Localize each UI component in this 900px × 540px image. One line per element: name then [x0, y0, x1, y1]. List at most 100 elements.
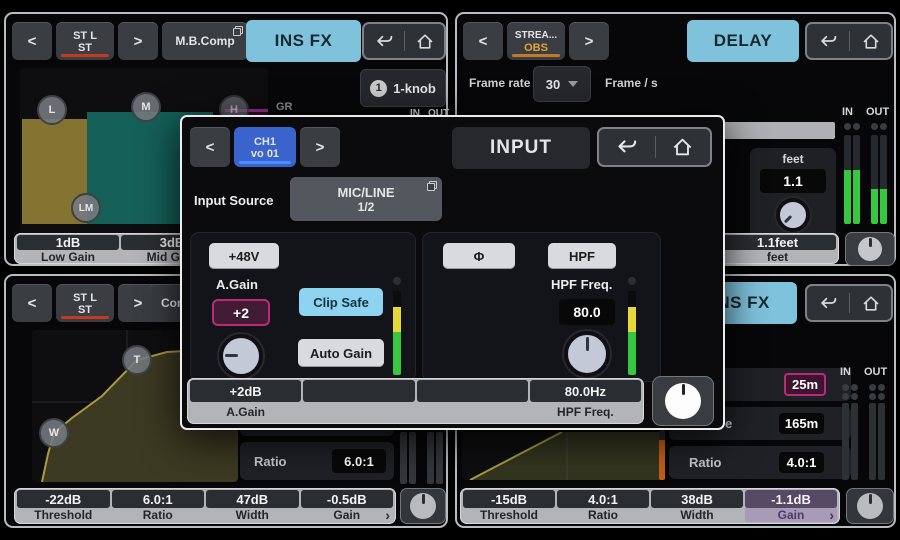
- param-value: 1.1feet: [719, 235, 836, 250]
- frame-rate-label: Frame rate: [469, 76, 530, 90]
- home-icon[interactable]: [862, 295, 880, 312]
- more-params-arrow-icon[interactable]: ›: [385, 507, 390, 523]
- hpf-button[interactable]: HPF: [548, 243, 616, 269]
- param-label: Threshold: [17, 508, 110, 522]
- mbcomp-next-button[interactable]: >: [118, 22, 158, 60]
- comp-prev-button[interactable]: <: [12, 284, 52, 322]
- phase-button[interactable]: Φ: [443, 243, 515, 269]
- param-threshold[interactable]: -15dB Threshold: [463, 490, 555, 522]
- meter-peak-dot: [878, 384, 885, 391]
- clip-safe-button[interactable]: Clip Safe: [299, 288, 383, 316]
- undo-icon[interactable]: [819, 295, 838, 312]
- param-low-gain[interactable]: 1dB Low Gain: [17, 235, 119, 262]
- delay-prev-button[interactable]: <: [463, 22, 503, 60]
- undo-icon[interactable]: [616, 137, 638, 157]
- band-handle-mid[interactable]: M: [131, 92, 161, 122]
- ratio-label: Ratio: [689, 455, 722, 470]
- insfx-nav-group: [805, 284, 893, 322]
- band-handle-lowmid[interactable]: LM: [71, 193, 101, 223]
- comp-curve: [462, 432, 662, 480]
- hpf-freq-value-box[interactable]: 80.0: [559, 299, 615, 325]
- more-params-arrow-icon[interactable]: ›: [829, 507, 834, 523]
- param-ratio[interactable]: 4.0:1 Ratio: [557, 490, 649, 522]
- meter-peak-dot: [842, 384, 849, 391]
- input-channel-button[interactable]: CH1 vo 01: [234, 127, 296, 167]
- input-overlay: < CH1 vo 01 > INPUT Input Source MIC/LIN…: [180, 115, 725, 430]
- comp-channel-button[interactable]: ST L ST: [56, 284, 114, 322]
- comp-meter: [409, 432, 416, 484]
- param-hpf-freq[interactable]: 80.0Hz HPF Freq.: [530, 380, 641, 422]
- channel-line2: OBS: [524, 42, 548, 54]
- delay-next-button[interactable]: >: [569, 22, 609, 60]
- band-handle-low[interactable]: L: [37, 95, 67, 125]
- comp-corner-knob-button[interactable]: [400, 488, 446, 524]
- param-ratio[interactable]: 6.0:1 Ratio: [112, 490, 205, 522]
- comp-ratio-row[interactable]: Ratio 6.0:1: [240, 442, 394, 480]
- mbcomp-title: INS FX: [246, 20, 361, 62]
- param-threshold[interactable]: -22dB Threshold: [17, 490, 110, 522]
- insfx-meter-out-label: OUT: [864, 366, 887, 378]
- delay-corner-knob-button[interactable]: [845, 232, 895, 266]
- param-value: [303, 380, 414, 402]
- delay-channel-button[interactable]: STREA... OBS: [507, 22, 565, 60]
- undo-icon[interactable]: [375, 33, 394, 50]
- page-label: M.B.Comp: [175, 34, 234, 48]
- param-label: Ratio: [557, 508, 649, 522]
- channel-underline: [61, 54, 110, 57]
- delay-knob[interactable]: [769, 191, 817, 239]
- meter-peak-dot: [851, 393, 858, 400]
- nav-divider: [849, 293, 850, 313]
- delay-meter-in-label: IN: [842, 106, 853, 118]
- auto-gain-button[interactable]: Auto Gain: [298, 339, 384, 367]
- insfx-meter-in-label: IN: [840, 366, 851, 378]
- input-next-button[interactable]: >: [300, 127, 340, 167]
- param-blank[interactable]: [303, 380, 414, 422]
- input-corner-knob-button[interactable]: [652, 376, 714, 426]
- hpf-freq-knob[interactable]: [564, 331, 610, 377]
- channel-line1: STREA...: [515, 30, 557, 42]
- width-handle[interactable]: W: [39, 418, 69, 448]
- delay-value-box[interactable]: 1.1: [760, 169, 826, 193]
- param-label: Gain: [778, 508, 805, 522]
- hpf-level-meter: [628, 291, 636, 375]
- meter-peak-dot: [628, 277, 636, 285]
- home-icon[interactable]: [416, 33, 434, 50]
- channel-line2: ST: [78, 304, 92, 316]
- meter-peak-dot: [878, 393, 885, 400]
- comp-meter: [400, 432, 407, 484]
- param-width[interactable]: 38dB Width: [651, 490, 743, 522]
- home-icon[interactable]: [672, 137, 693, 157]
- param-label: feet: [719, 250, 836, 264]
- analog-gain-section: +48V A.Gain +2 Clip Safe Auto Gain: [190, 232, 416, 382]
- attack-value-box: 25m: [784, 373, 826, 396]
- param-gain[interactable]: -0.5dB Gain ›: [301, 490, 394, 522]
- param-again[interactable]: +2dB A.Gain: [190, 380, 301, 422]
- insfx-ratio-row[interactable]: Ratio 4.0:1: [669, 446, 851, 479]
- again-value-box[interactable]: +2: [212, 299, 270, 326]
- mbcomp-page-button[interactable]: M.B.Comp: [162, 22, 248, 60]
- mbcomp-prev-button[interactable]: <: [12, 22, 52, 60]
- param-label: Low Gain: [17, 250, 119, 264]
- insfx-param-strip: -15dB Threshold 4.0:1 Ratio 38dB Width -…: [460, 488, 840, 524]
- insfx-corner-knob-button[interactable]: [846, 488, 894, 524]
- param-label: A.Gain: [190, 402, 301, 422]
- again-knob[interactable]: [219, 334, 263, 378]
- undo-icon[interactable]: [819, 33, 838, 50]
- param-gain-selected[interactable]: -1.1dB Gain ›: [745, 490, 837, 522]
- meter-in-left: [844, 135, 851, 224]
- meter-peak-dot: [393, 277, 401, 285]
- one-knob-label: 1-knob: [393, 81, 436, 96]
- input-prev-button[interactable]: <: [190, 127, 230, 167]
- mbcomp-channel-button[interactable]: ST L ST: [56, 22, 114, 60]
- threshold-handle[interactable]: T: [122, 345, 152, 375]
- channel-line1: CH1: [254, 136, 276, 148]
- param-feet[interactable]: 1.1feet feet: [719, 235, 836, 262]
- home-icon[interactable]: [862, 33, 880, 50]
- again-label: A.Gain: [216, 277, 258, 292]
- input-source-button[interactable]: MIC/LINE 1/2: [290, 177, 442, 221]
- frame-rate-select[interactable]: 30: [533, 66, 591, 102]
- param-blank[interactable]: [417, 380, 528, 422]
- phantom-48v-button[interactable]: +48V: [209, 243, 279, 269]
- one-knob-button[interactable]: 1 1-knob: [360, 69, 446, 107]
- param-width[interactable]: 47dB Width: [206, 490, 299, 522]
